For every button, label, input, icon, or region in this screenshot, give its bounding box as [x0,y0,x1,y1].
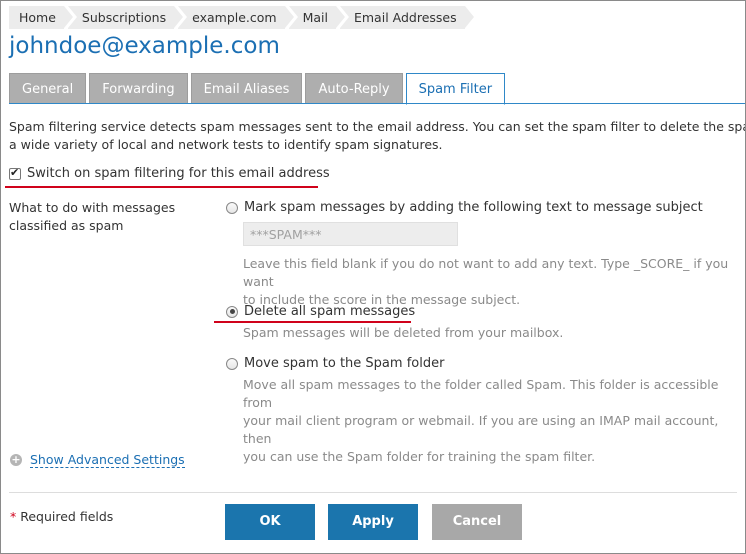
mark-radio[interactable] [226,201,238,214]
description-line2: a wide variety of local and network test… [9,137,443,152]
spam-filter-checkbox[interactable] [9,166,21,180]
move-label[interactable]: Move spam to the Spam folder [244,356,444,371]
apply-button[interactable]: Apply [328,504,418,540]
breadcrumb-home[interactable]: Home [9,6,73,29]
option-move[interactable]: Move spam to the Spam folder [226,356,444,371]
tab-bar: General Forwarding Email Aliases Auto-Re… [9,73,508,105]
show-advanced-settings-link[interactable]: Show Advanced Settings [30,452,185,468]
breadcrumb-mail[interactable]: Mail [288,6,346,29]
page-title: johndoe@example.com [9,33,280,59]
spam-subject-input[interactable] [243,222,458,246]
highlight-underline-switch [5,186,318,188]
breadcrumb-email-addresses[interactable]: Email Addresses [339,6,474,29]
tab-general[interactable]: General [9,73,87,104]
move-hint-line2: your mail client program or webmail. If … [243,413,719,446]
spam-action-label-line2: classified as spam [9,218,124,233]
delete-hint: Spam messages will be deleted from your … [243,325,564,340]
tab-forwarding[interactable]: Forwarding [89,73,188,104]
option-mark[interactable]: Mark spam messages by adding the followi… [226,200,703,215]
move-hint-line3: you can use the Spam folder for training… [243,449,596,464]
plus-icon[interactable]: + [10,454,22,466]
tab-auto-reply[interactable]: Auto-Reply [305,73,403,104]
move-radio[interactable] [226,357,238,370]
ok-button[interactable]: OK [225,504,315,540]
tab-underline [9,103,746,104]
highlight-underline-delete [214,321,411,323]
mark-hint-line1: Leave this field blank if you do not wan… [243,256,729,289]
description: Spam filtering service detects spam mess… [9,118,746,154]
mark-hint: Leave this field blank if you do not wan… [243,255,743,309]
move-hint-line1: Move all spam messages to the folder cal… [243,377,719,410]
required-fields-text: Required fields [16,509,114,524]
delete-radio[interactable] [226,305,238,318]
delete-label[interactable]: Delete all spam messages [244,304,415,319]
tab-email-aliases[interactable]: Email Aliases [190,73,303,104]
tab-spam-filter[interactable]: Spam Filter [405,73,506,105]
description-line1: Spam filtering service detects spam mess… [9,119,746,134]
cancel-button[interactable]: Cancel [432,504,522,540]
option-delete[interactable]: Delete all spam messages [226,304,415,319]
spam-action-label: What to do with messages classified as s… [9,199,199,235]
required-fields-note: * Required fields [10,509,113,524]
show-advanced-settings[interactable]: + Show Advanced Settings [10,452,185,468]
spam-filter-switch-label[interactable]: Switch on spam filtering for this email … [27,166,330,181]
breadcrumb-subscriptions[interactable]: Subscriptions [67,6,184,29]
spam-filter-switch[interactable]: Switch on spam filtering for this email … [9,166,330,181]
breadcrumb-domain[interactable]: example.com [178,6,295,29]
breadcrumb: Home Subscriptions example.com Mail Emai… [9,6,474,29]
spam-action-label-line1: What to do with messages [9,200,176,215]
move-hint: Move all spam messages to the folder cal… [243,376,743,466]
mark-label[interactable]: Mark spam messages by adding the followi… [244,200,703,215]
footer-divider [9,492,737,493]
